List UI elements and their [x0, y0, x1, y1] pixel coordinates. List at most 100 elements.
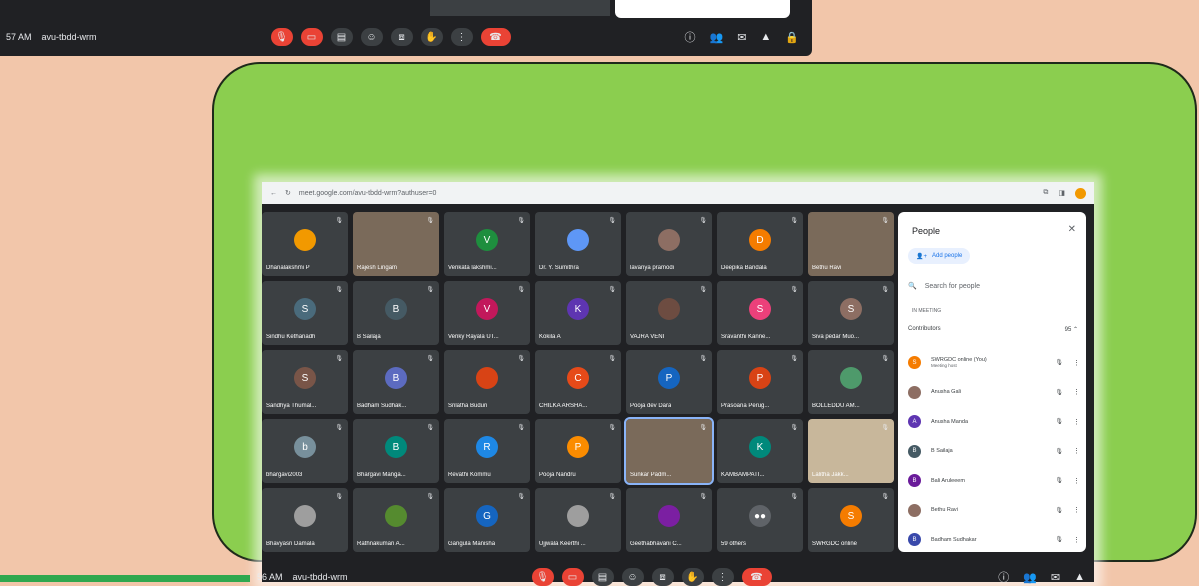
- mic-muted-icon[interactable]: 🎙: [1055, 359, 1063, 366]
- more-options-button-bottom[interactable]: ⋮: [711, 568, 734, 586]
- people-list-item[interactable]: Bethu Ravi 🎙 ⋮: [908, 496, 1080, 526]
- participant-tile[interactable]: 🎙 P Pooja Nandru: [535, 419, 621, 483]
- participant-tile[interactable]: 🎙 Rajesh Lingam: [353, 212, 439, 276]
- participant-tile[interactable]: 🎙 B Bhargavi Manga...: [353, 419, 439, 483]
- add-person-icon: 👤+: [916, 253, 927, 260]
- participant-tile[interactable]: 🎙 Bethu Ravi: [808, 212, 894, 276]
- photo-avatar-icon: [658, 229, 680, 251]
- participant-tile[interactable]: 🎙 Ujjwala Keerthi ...: [535, 488, 621, 552]
- add-people-button[interactable]: 👤+ Add people: [908, 248, 971, 264]
- profile-avatar[interactable]: [1075, 187, 1086, 199]
- participant-tile[interactable]: 🎙 Lalitha Jakk...: [808, 419, 894, 483]
- mic-off-button-bottom[interactable]: 🎙: [531, 568, 554, 586]
- captions-button[interactable]: ▤: [330, 28, 353, 46]
- participant-tile[interactable]: 🎙 b bhargavi2003: [262, 419, 348, 483]
- activities-icon-bottom[interactable]: ▲: [1074, 571, 1085, 583]
- participant-tile[interactable]: 🎙 C CHILKA ARSHA...: [535, 350, 621, 414]
- people-list-item[interactable]: A Anusha Manda 🎙 ⋮: [908, 407, 1080, 437]
- participant-tile[interactable]: 🎙 R Revathi Kommu: [444, 419, 530, 483]
- captions-button-bottom[interactable]: ▤: [591, 568, 614, 586]
- mic-muted-icon[interactable]: 🎙: [1055, 418, 1063, 425]
- lock-icon[interactable]: 🔒: [785, 31, 799, 44]
- participant-tile[interactable]: 🎙 Srilatha Buduri: [444, 350, 530, 414]
- participant-tile[interactable]: 🎙 S Siva pedar Muo...: [808, 281, 894, 345]
- raise-hand-button[interactable]: ✋: [420, 28, 443, 46]
- camera-off-button[interactable]: ▭: [300, 28, 323, 46]
- participant-tile[interactable]: 🎙 Sunkar Padm...: [624, 417, 714, 485]
- contributors-group[interactable]: Contributors 95 ⌃: [908, 322, 1078, 336]
- participant-tile[interactable]: 🎙 Geethabhavani C...: [626, 488, 712, 552]
- more-vert-icon[interactable]: ⋮: [1073, 359, 1080, 367]
- camera-off-button-bottom[interactable]: ▭: [561, 568, 584, 586]
- search-people-input[interactable]: 🔍 Search for people: [908, 278, 1076, 294]
- participant-tile[interactable]: 🎙 BOLLEDDU AM...: [808, 350, 894, 414]
- participant-tile[interactable]: 🎙 G Gangula Manisha: [444, 488, 530, 552]
- end-call-button[interactable]: ☎: [480, 28, 511, 46]
- mic-muted-icon[interactable]: 🎙: [1055, 448, 1063, 455]
- people-list-item[interactable]: B Badham Sudhakar 🎙 ⋮: [908, 525, 1080, 555]
- participant-tile[interactable]: 🎙 P Prasoana Perug...: [717, 350, 803, 414]
- close-icon[interactable]: ✕: [1068, 224, 1076, 235]
- end-call-button-bottom[interactable]: ☎: [741, 568, 772, 586]
- back-icon[interactable]: ←: [270, 190, 277, 197]
- mic-muted-icon: 🎙: [699, 494, 707, 500]
- people-list-item[interactable]: Anusha Gali 🎙 ⋮: [908, 378, 1080, 408]
- participant-tile[interactable]: 🎙 B B Sailaja: [353, 281, 439, 345]
- participant-tile[interactable]: 🎙 S Sindhu Kethanadh: [262, 281, 348, 345]
- extension-icon[interactable]: ⧉: [1043, 189, 1048, 197]
- people-list-item[interactable]: B B Sailaja 🎙 ⋮: [908, 437, 1080, 467]
- participant-tile[interactable]: 🎙 Dr. Y. Sumithra: [535, 212, 621, 276]
- participant-tile[interactable]: 🎙 Bhavyasri Damala: [262, 488, 348, 552]
- more-vert-icon[interactable]: ⋮: [1073, 388, 1080, 396]
- more-vert-icon[interactable]: ⋮: [1073, 447, 1080, 455]
- mic-off-button[interactable]: 🎙: [270, 28, 293, 46]
- participant-tile[interactable]: 🎙 VAJRA VENI: [626, 281, 712, 345]
- emoji-button-bottom[interactable]: ☺: [621, 568, 644, 586]
- participant-tile[interactable]: 🎙 B Badham Sudhak...: [353, 350, 439, 414]
- chevron-up-icon[interactable]: ⌃: [1073, 327, 1078, 333]
- sidepanel-icon[interactable]: ◨: [1058, 189, 1065, 197]
- mic-muted-icon: 🎙: [608, 287, 616, 293]
- participant-tile[interactable]: 🎙 P Pooja dev Dara: [626, 350, 712, 414]
- mic-muted-icon[interactable]: 🎙: [1055, 477, 1063, 484]
- participant-name: Rajesh Lingam: [357, 265, 398, 271]
- reload-icon[interactable]: ↻: [285, 189, 291, 197]
- more-vert-icon[interactable]: ⋮: [1073, 418, 1080, 426]
- participant-name: Pooja dev Dara: [630, 403, 672, 409]
- photo-avatar-icon: [658, 505, 680, 527]
- mic-muted-icon: 🎙: [608, 425, 616, 431]
- emoji-button[interactable]: ☺: [360, 28, 383, 46]
- mic-muted-icon[interactable]: 🎙: [1055, 389, 1063, 396]
- address-bar[interactable]: ← ↻ meet.google.com/avu-tbdd-wrm?authuse…: [262, 182, 1094, 204]
- participant-tile[interactable]: 🎙 K Kokila A: [535, 281, 621, 345]
- people-icon[interactable]: 👥: [709, 31, 723, 44]
- participant-tile[interactable]: 🎙 lavanya pramodi: [626, 212, 712, 276]
- url-text[interactable]: meet.google.com/avu-tbdd-wrm?authuser=0: [299, 190, 1034, 197]
- info-icon[interactable]: ⓘ: [684, 29, 695, 45]
- activities-icon[interactable]: ▲: [760, 31, 771, 43]
- present-button-bottom[interactable]: ⧈: [651, 568, 674, 586]
- participant-tile[interactable]: 🎙 V Venkata lakshmi...: [444, 212, 530, 276]
- participant-tile[interactable]: 🎙 ●● 59 others: [717, 488, 803, 552]
- avatar-initial: V: [476, 298, 498, 320]
- chat-icon[interactable]: ✉: [737, 31, 746, 44]
- people-list-item[interactable]: B Bali Aruleeem 🎙 ⋮: [908, 466, 1080, 496]
- present-button[interactable]: ⧈: [390, 28, 413, 46]
- participant-tile[interactable]: 🎙 Dhanalakshmi P: [262, 212, 348, 276]
- more-vert-icon[interactable]: ⋮: [1073, 506, 1080, 514]
- participant-tile[interactable]: 🎙 S Sravanthi Kanne...: [717, 281, 803, 345]
- mic-muted-icon[interactable]: 🎙: [1055, 536, 1063, 543]
- participant-tile[interactable]: 🎙 K KAMBAMPATI...: [717, 419, 803, 483]
- participant-tile[interactable]: 🎙 V Venky Rayala UT...: [444, 281, 530, 345]
- more-vert-icon[interactable]: ⋮: [1073, 536, 1080, 544]
- participant-tile[interactable]: 🎙 S SWRGDC online: [808, 488, 894, 552]
- info-icon-bottom[interactable]: ⓘ: [998, 569, 1009, 585]
- more-options-button[interactable]: ⋮: [450, 28, 473, 46]
- more-vert-icon[interactable]: ⋮: [1073, 477, 1080, 485]
- participant-tile[interactable]: 🎙 S Sandhya Thumal...: [262, 350, 348, 414]
- raise-hand-button-bottom[interactable]: ✋: [681, 568, 704, 586]
- people-list-item[interactable]: S SWRGDC online (You) Meeting host 🎙 ⋮: [908, 348, 1080, 378]
- participant-tile[interactable]: 🎙 Rathnakumari A...: [353, 488, 439, 552]
- mic-muted-icon[interactable]: 🎙: [1055, 507, 1063, 514]
- participant-tile[interactable]: 🎙 D Deepika Bandala: [717, 212, 803, 276]
